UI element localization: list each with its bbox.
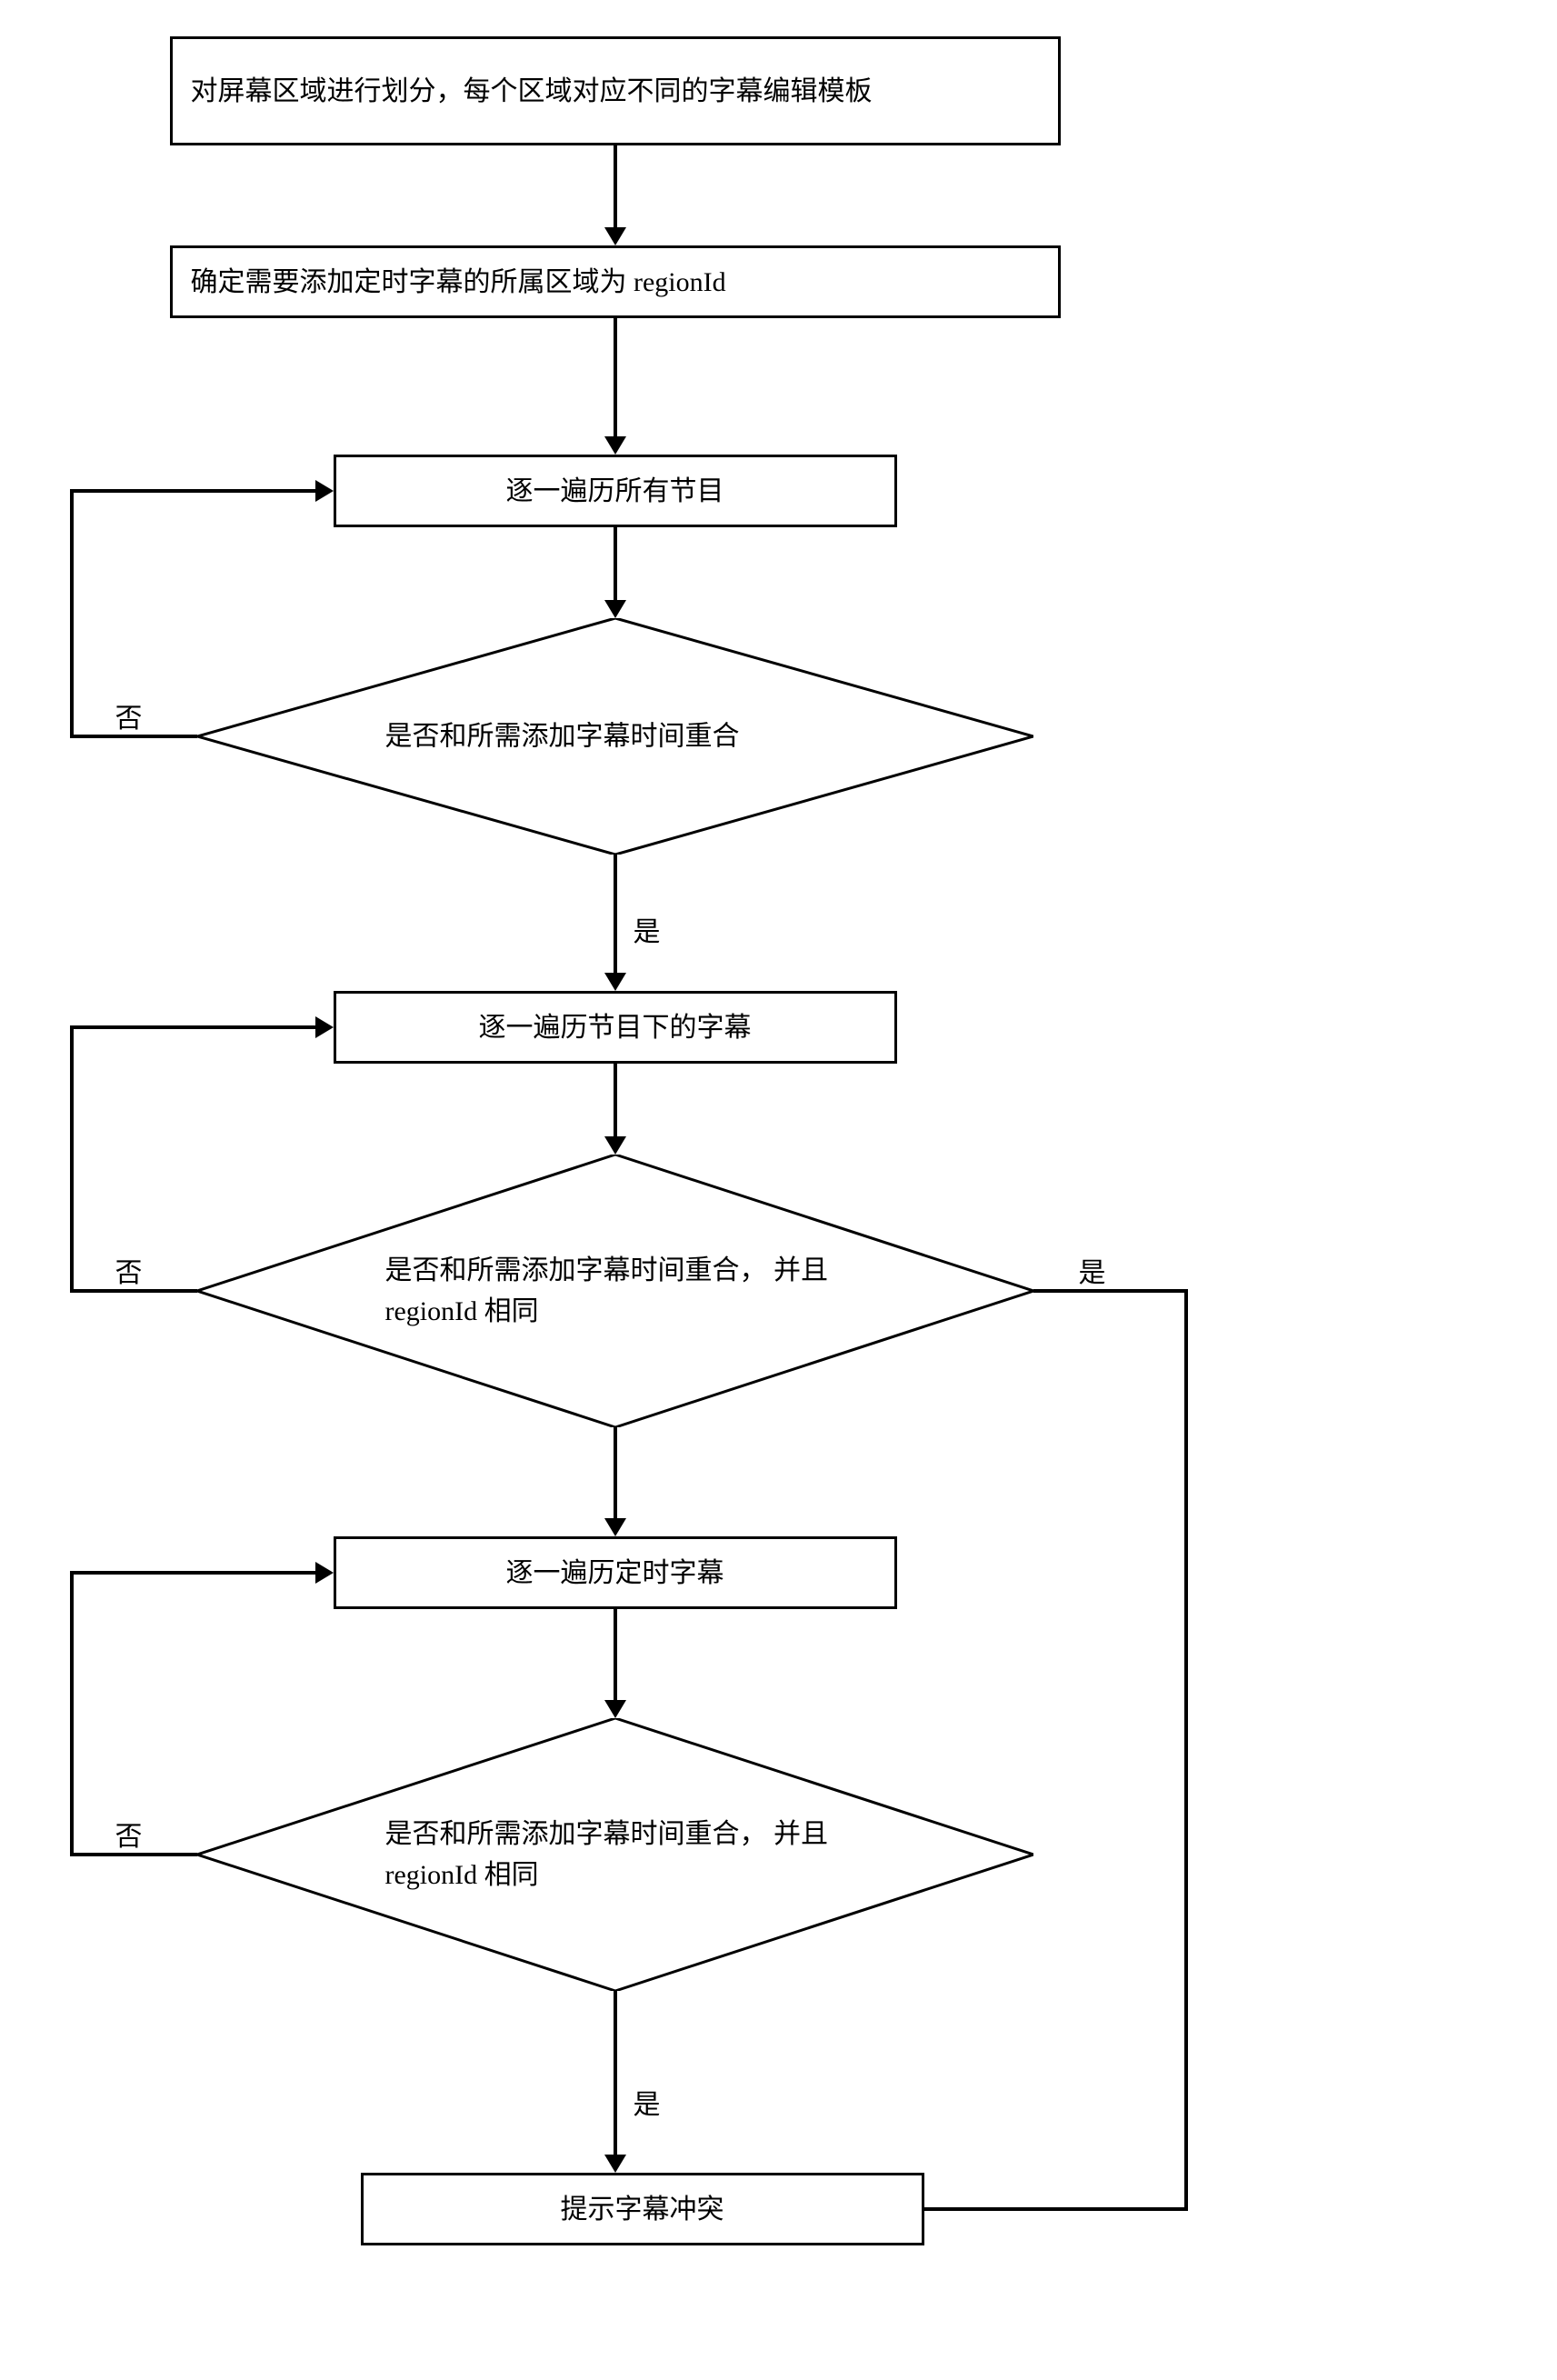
step1-text: 对屏幕区域进行划分，每个区域对应不同的字幕编辑模板	[191, 71, 873, 112]
step5-text: 逐一遍历定时字幕	[506, 1553, 724, 1594]
decision2-text: 是否和所需添加字幕时间重合， 并且regionId 相同	[385, 1250, 845, 1332]
arrow-head	[604, 973, 626, 991]
decision3-text: 是否和所需添加字幕时间重合， 并且regionId 相同	[385, 1814, 845, 1895]
step-iterate-subtitles: 逐一遍历节目下的字幕	[334, 991, 897, 1064]
decision1-text: 是否和所需添加字幕时间重合	[385, 716, 845, 757]
arrow-head	[604, 1136, 626, 1155]
label-no-2: 否	[115, 1250, 143, 1290]
arrow-head	[604, 600, 626, 618]
arrow-head	[604, 436, 626, 455]
label-yes-2: 是	[1079, 1250, 1106, 1290]
step-iterate-timed-subtitles: 逐一遍历定时字幕	[334, 1536, 897, 1609]
arrow-head	[604, 1700, 626, 1718]
arrow	[614, 318, 617, 436]
decision-overlap-regionid-1: 是否和所需添加字幕时间重合， 并且regionId 相同	[197, 1155, 1033, 1427]
arrow	[614, 1609, 617, 1700]
label-yes-1: 是	[634, 909, 661, 949]
arrow	[614, 527, 617, 600]
arrow	[614, 145, 617, 227]
step-iterate-programs: 逐一遍历所有节目	[334, 455, 897, 527]
step-conflict-warning: 提示字幕冲突	[361, 2173, 924, 2245]
arrow	[1184, 1289, 1188, 2209]
label-no-1: 否	[115, 695, 143, 735]
step-determine-region: 确定需要添加定时字幕的所属区域为 regionId	[170, 245, 1061, 318]
arrow-head	[604, 227, 626, 245]
arrow	[924, 2207, 1188, 2211]
step-divide-regions: 对屏幕区域进行划分，每个区域对应不同的字幕编辑模板	[170, 36, 1061, 145]
arrow	[70, 491, 74, 738]
arrow-head	[604, 1518, 626, 1536]
arrow	[614, 1427, 617, 1518]
arrow	[70, 1573, 74, 1856]
arrow	[70, 1025, 315, 1029]
arrow	[614, 855, 617, 973]
decision-time-overlap: 是否和所需添加字幕时间重合	[197, 618, 1033, 855]
step4-text: 逐一遍历节目下的字幕	[479, 1007, 752, 1048]
label-no-3: 否	[115, 1814, 143, 1854]
arrow	[70, 1571, 315, 1575]
flowchart-container: 对屏幕区域进行划分，每个区域对应不同的字幕编辑模板 确定需要添加定时字幕的所属区…	[52, 36, 1506, 2309]
arrow	[614, 1064, 617, 1136]
arrow	[70, 489, 315, 493]
arrow-head	[315, 1016, 334, 1038]
step3-text: 逐一遍历所有节目	[506, 471, 724, 512]
arrow	[1033, 1289, 1188, 1293]
step2-text: 确定需要添加定时字幕的所属区域为 regionId	[191, 262, 726, 303]
arrow-head	[604, 2155, 626, 2173]
decision-overlap-regionid-2: 是否和所需添加字幕时间重合， 并且regionId 相同	[197, 1718, 1033, 1991]
arrow	[70, 1027, 74, 1293]
arrow-head	[315, 1562, 334, 1584]
label-yes-3: 是	[634, 2082, 661, 2122]
step6-text: 提示字幕冲突	[561, 2189, 724, 2230]
arrow	[614, 1991, 617, 2155]
arrow-head	[315, 480, 334, 502]
